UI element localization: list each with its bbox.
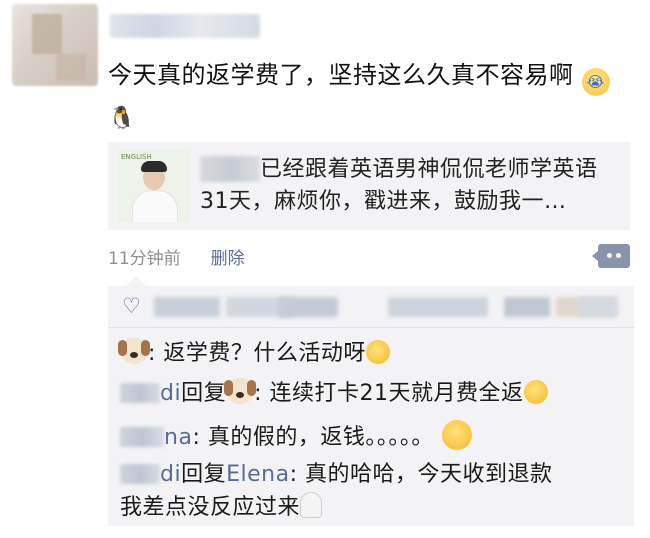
liker-blurred[interactable]	[504, 297, 550, 317]
delete-link[interactable]: 删除	[211, 249, 245, 269]
interaction-panel: ♡ : 返学费？什么活动呀 di回复: 连续打卡21天就月费全返 na: 真的假…	[108, 276, 634, 526]
dog-face-icon	[118, 338, 150, 364]
comment-item[interactable]: di回复: 连续打卡21天就月费全返	[120, 378, 548, 409]
comment-item[interactable]: : 返学费？什么活动呀	[118, 338, 390, 369]
heart-icon: ♡	[122, 294, 141, 318]
liker-blurred[interactable]	[578, 297, 618, 317]
more-actions-button[interactable]	[592, 244, 630, 268]
user-nickname-blurred[interactable]	[110, 14, 260, 38]
crying-face-icon: 😭	[581, 68, 610, 96]
liker-blurred[interactable]	[388, 297, 488, 317]
shared-link-title: 已经跟着英语男神侃侃老师学英语31天，麻烦你，戳进来，鼓励我一…	[200, 157, 598, 214]
penguin-icon: 🐧	[108, 106, 136, 131]
dog-face-icon	[224, 378, 257, 404]
shared-link-thumbnail: ENGLISH	[118, 150, 190, 222]
comment-item-continuation: 我差点没反应过来	[120, 492, 323, 523]
flushed-face-icon	[441, 420, 472, 450]
shared-link-card[interactable]: ENGLISH 已经跟着英语男神侃侃老师学英语31天，麻烦你，戳进来，鼓励我一…	[108, 142, 630, 230]
grimacing-face-icon	[523, 380, 548, 404]
commenter-name-blurred[interactable]	[120, 464, 160, 484]
commenter-name-blurred[interactable]	[120, 427, 164, 447]
post-time: 11分钟前	[108, 249, 181, 269]
liker-blurred[interactable]	[278, 297, 338, 317]
comment-item[interactable]: na: 真的假的，返钱。。。。。	[120, 420, 472, 453]
likes-row: ♡	[108, 286, 634, 328]
user-avatar[interactable]	[12, 4, 98, 86]
liker-blurred[interactable]	[154, 297, 220, 317]
post-meta: 11分钟前 删除	[108, 244, 245, 269]
moment-post-text: 今天真的返学费了，坚持这么久真不容易啊 😭 🐧	[108, 58, 628, 136]
thumbnail-logo: ENGLISH	[121, 153, 152, 161]
ghost-icon	[300, 492, 323, 518]
commenter-name-blurred[interactable]	[120, 383, 160, 403]
thinking-face-icon	[365, 340, 390, 364]
post-body: 今天真的返学费了，坚持这么久真不容易啊	[108, 61, 574, 89]
comment-item[interactable]: di回复Elena: 真的哈哈，今天收到退款	[120, 460, 553, 490]
